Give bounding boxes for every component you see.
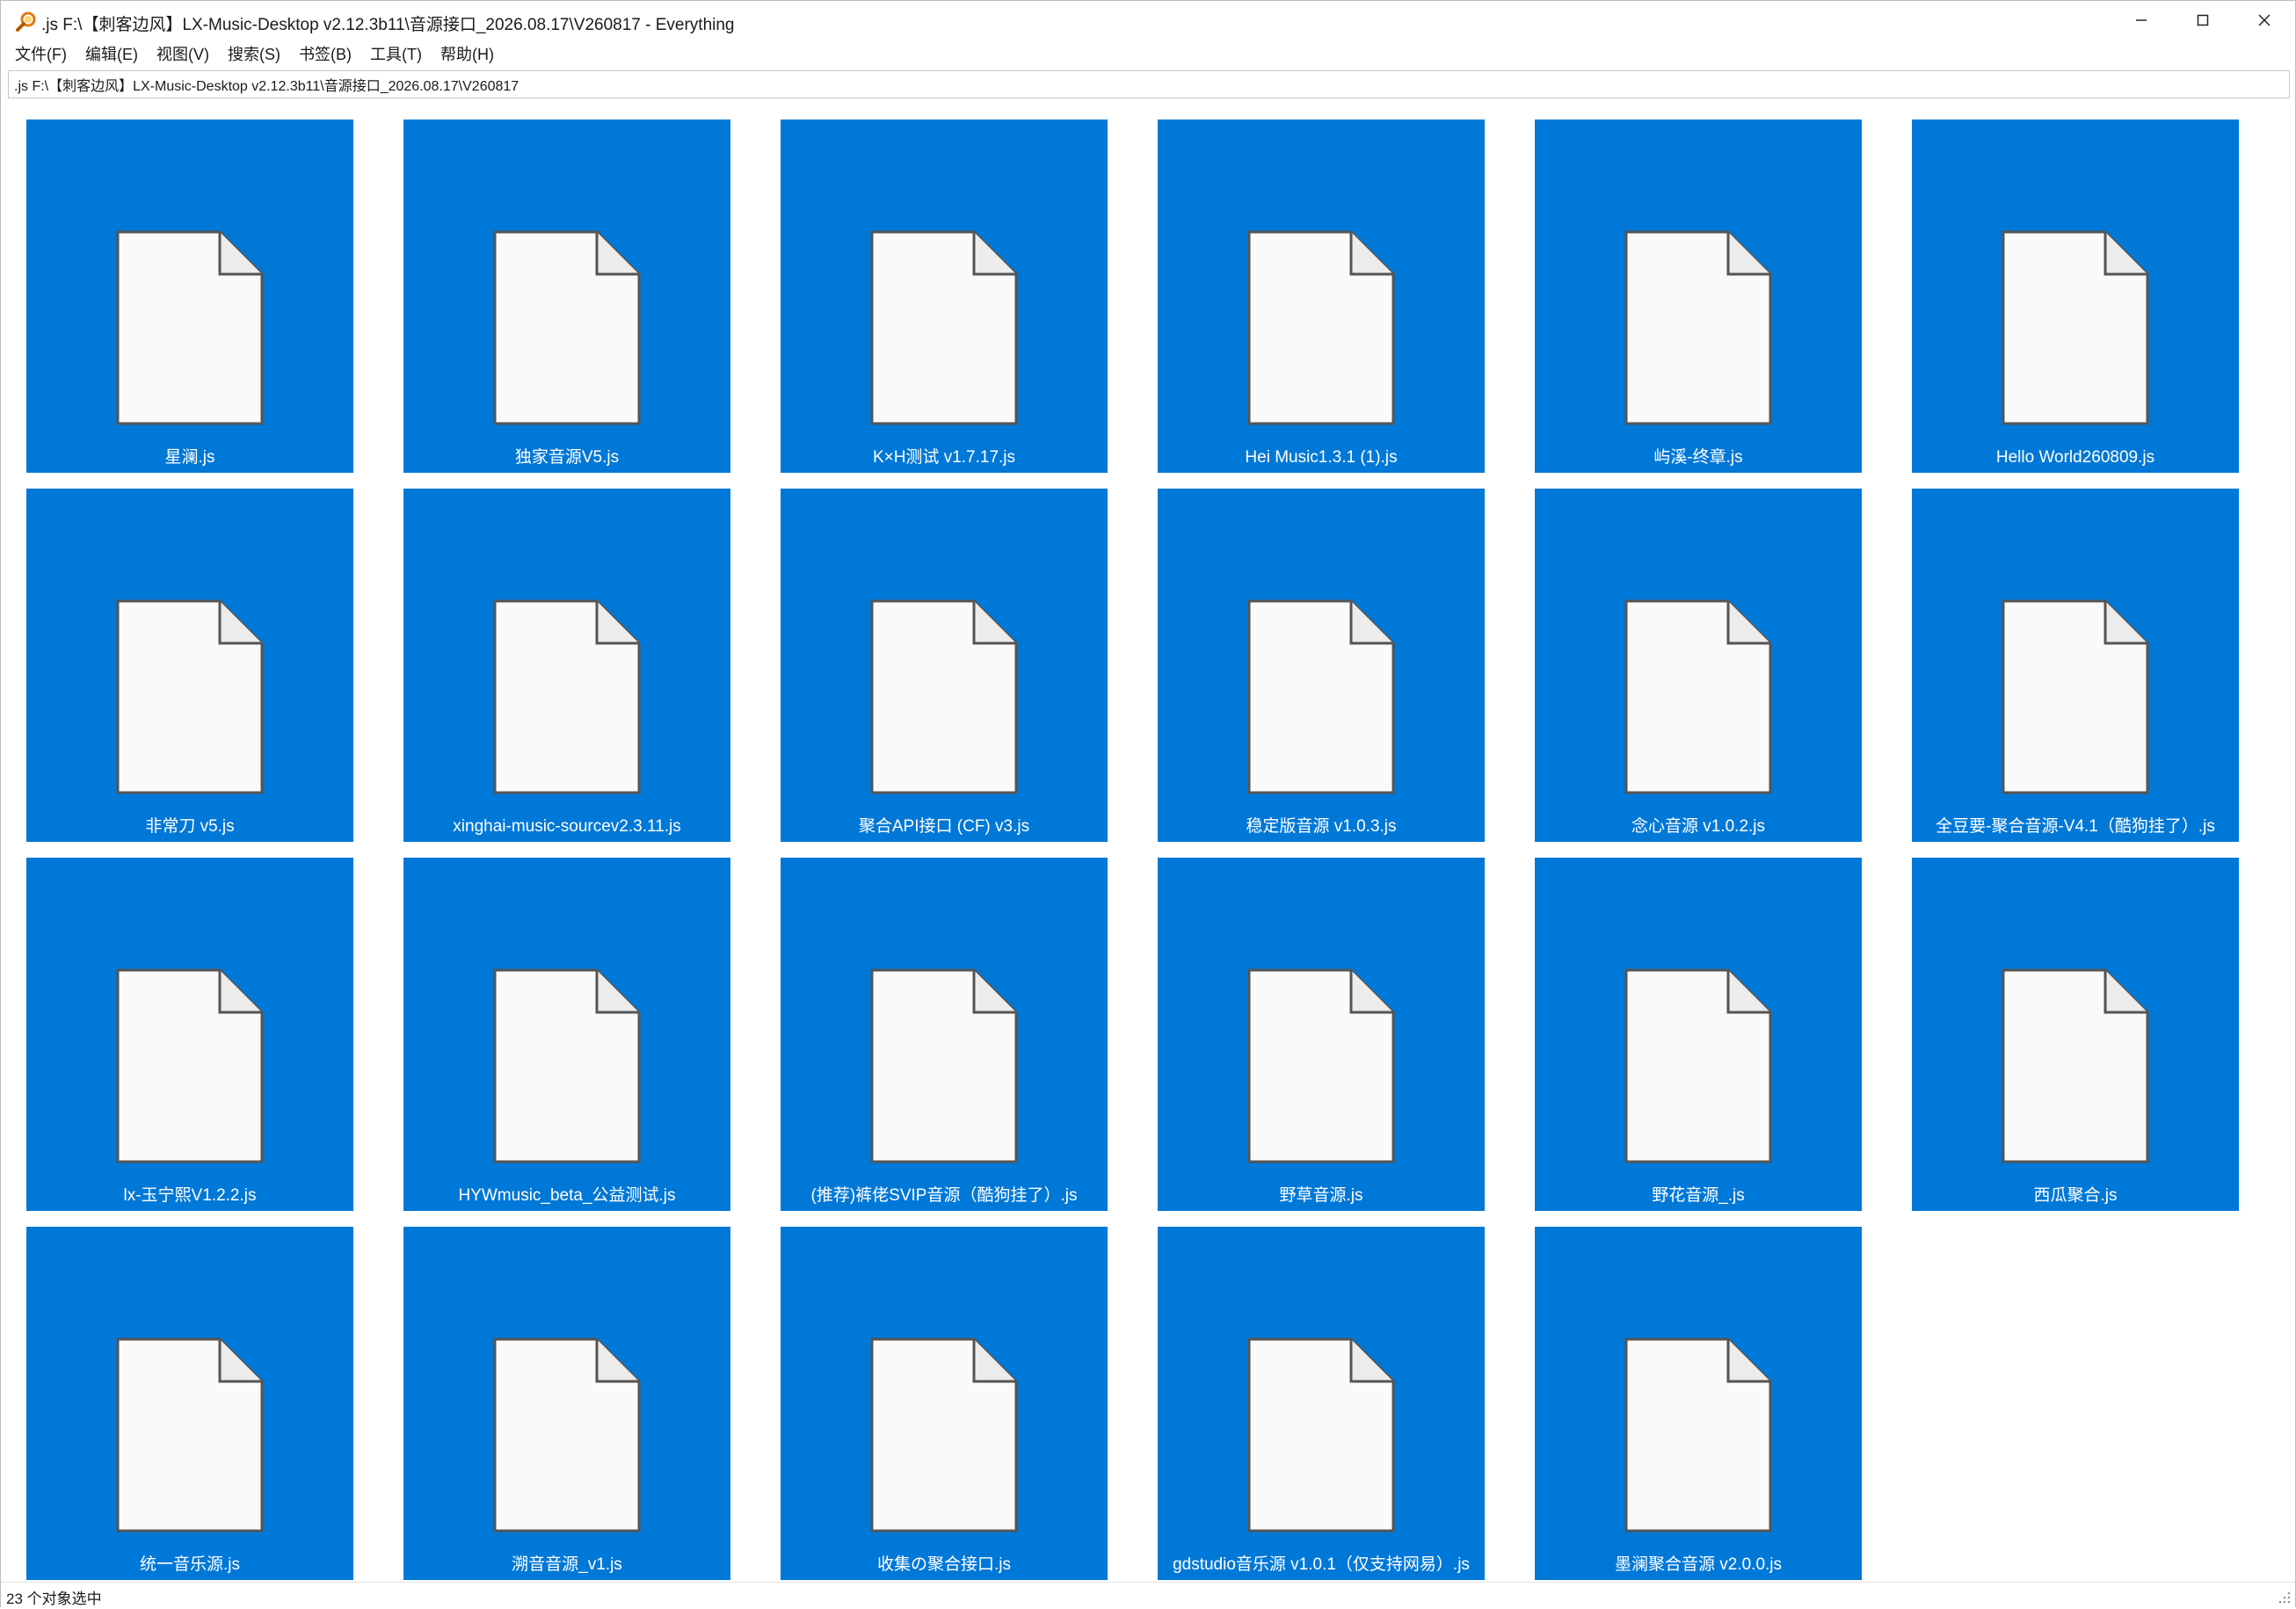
menu-help[interactable]: 帮助(H) bbox=[433, 43, 501, 66]
file-tile[interactable]: Hei Music1.3.1 (1).js bbox=[1158, 120, 1485, 473]
file-name: 稳定版音源 v1.0.3.js bbox=[1246, 817, 1397, 836]
file-tile[interactable]: 独家音源V5.js bbox=[403, 120, 730, 473]
file-icon bbox=[493, 230, 641, 425]
file-icon bbox=[870, 968, 1018, 1163]
results-thumbnail-view[interactable]: 星澜.js 独家音源V5.js K×H测试 v1.7.17.js Hei Mus… bbox=[3, 105, 2293, 1581]
file-name: lx-玉宁熙V1.2.2.js bbox=[123, 1186, 257, 1205]
menu-tools[interactable]: 工具(T) bbox=[363, 43, 429, 66]
file-name: (推荐)裤佬SVIP音源（酷狗挂了）.js bbox=[810, 1186, 1078, 1205]
file-name: 星澜.js bbox=[164, 448, 215, 467]
file-icon bbox=[2002, 599, 2149, 794]
file-tile[interactable]: gdstudio音乐源 v1.0.1（仅支持网易）.js bbox=[1158, 1227, 1485, 1580]
menu-edit[interactable]: 编辑(E) bbox=[78, 43, 145, 66]
file-tile[interactable]: 统一音乐源.js bbox=[26, 1227, 353, 1580]
file-name: 野草音源.js bbox=[1279, 1186, 1363, 1205]
file-name: 野花音源_.js bbox=[1652, 1186, 1745, 1205]
maximize-button[interactable] bbox=[2172, 1, 2234, 43]
file-icon bbox=[2002, 968, 2149, 1163]
file-tile[interactable]: xinghai-music-sourcev2.3.11.js bbox=[403, 489, 730, 842]
file-tile[interactable]: 野草音源.js bbox=[1158, 858, 1485, 1211]
file-icon bbox=[1624, 599, 1772, 794]
file-name: 收集の聚合接口.js bbox=[876, 1555, 1011, 1574]
minimize-button[interactable] bbox=[2111, 1, 2172, 43]
file-icon bbox=[1247, 230, 1395, 425]
file-icon bbox=[493, 599, 641, 794]
file-icon bbox=[2002, 230, 2149, 425]
file-tile[interactable]: 念心音源 v1.0.2.js bbox=[1535, 489, 1862, 842]
everything-search-icon bbox=[15, 11, 38, 33]
file-name: K×H测试 v1.7.17.js bbox=[872, 448, 1016, 467]
menu-bar: 文件(F) 编辑(E) 视图(V) 搜索(S) 书签(B) 工具(T) 帮助(H… bbox=[1, 43, 2295, 66]
file-icon bbox=[116, 230, 264, 425]
file-name: xinghai-music-sourcev2.3.11.js bbox=[453, 817, 681, 836]
file-icon bbox=[870, 230, 1018, 425]
minimize-icon bbox=[2133, 12, 2149, 33]
window-title: .js F:\【刺客边风】LX-Music-Desktop v2.12.3b11… bbox=[41, 16, 735, 34]
file-tile[interactable]: 非常刀 v5.js bbox=[26, 489, 353, 842]
file-name: 溯音音源_v1.js bbox=[512, 1555, 622, 1574]
title-bar[interactable]: .js F:\【刺客边风】LX-Music-Desktop v2.12.3b11… bbox=[1, 1, 2295, 43]
file-tile[interactable]: 野花音源_.js bbox=[1535, 858, 1862, 1211]
file-name: 聚合API接口 (CF) v3.js bbox=[858, 817, 1030, 836]
file-name: Hello World260809.js bbox=[1995, 448, 2155, 467]
file-tile[interactable]: 墨澜聚合音源 v2.0.0.js bbox=[1535, 1227, 1862, 1580]
file-tile[interactable]: K×H测试 v1.7.17.js bbox=[781, 120, 1108, 473]
file-name: HYWmusic_beta_公益测试.js bbox=[458, 1186, 676, 1205]
file-icon bbox=[1624, 968, 1772, 1163]
file-icon bbox=[1247, 1337, 1395, 1533]
resize-grip-icon[interactable] bbox=[2276, 1589, 2292, 1605]
maximize-icon bbox=[2195, 12, 2211, 33]
close-icon bbox=[2256, 12, 2272, 33]
file-tile[interactable]: 西瓜聚合.js bbox=[1912, 858, 2239, 1211]
file-tile[interactable]: HYWmusic_beta_公益测试.js bbox=[403, 858, 730, 1211]
file-tile[interactable]: Hello World260809.js bbox=[1912, 120, 2239, 473]
file-icon bbox=[870, 599, 1018, 794]
file-tile[interactable]: (推荐)裤佬SVIP音源（酷狗挂了）.js bbox=[781, 858, 1108, 1211]
file-name: Hei Music1.3.1 (1).js bbox=[1245, 448, 1398, 467]
file-name: 西瓜聚合.js bbox=[2033, 1186, 2118, 1205]
status-text: 23 个对象选中 bbox=[6, 1591, 102, 1607]
file-icon bbox=[870, 1337, 1018, 1533]
file-tile[interactable]: 稳定版音源 v1.0.3.js bbox=[1158, 489, 1485, 842]
everything-window: .js F:\【刺客边风】LX-Music-Desktop v2.12.3b11… bbox=[0, 0, 2296, 1607]
file-name: 非常刀 v5.js bbox=[145, 817, 235, 836]
file-icon bbox=[1247, 968, 1395, 1163]
menu-view[interactable]: 视图(V) bbox=[149, 43, 216, 66]
file-icon bbox=[1624, 1337, 1772, 1533]
menu-search[interactable]: 搜索(S) bbox=[221, 43, 287, 66]
file-name: gdstudio音乐源 v1.0.1（仅支持网易）.js bbox=[1173, 1555, 1470, 1574]
menu-file[interactable]: 文件(F) bbox=[8, 43, 74, 66]
file-tile[interactable]: 全豆要-聚合音源-V4.1（酷狗挂了）.js bbox=[1912, 489, 2239, 842]
file-tile[interactable]: 溯音音源_v1.js bbox=[403, 1227, 730, 1580]
file-icon bbox=[493, 968, 641, 1163]
file-icon bbox=[116, 968, 264, 1163]
menu-bookmarks[interactable]: 书签(B) bbox=[292, 43, 359, 66]
file-name: 全豆要-聚合音源-V4.1（酷狗挂了）.js bbox=[1936, 817, 2215, 836]
file-tile[interactable]: 屿溪-终章.js bbox=[1535, 120, 1862, 473]
file-name: 独家音源V5.js bbox=[514, 448, 620, 467]
file-tile[interactable]: 收集の聚合接口.js bbox=[781, 1227, 1108, 1580]
search-input[interactable] bbox=[9, 71, 2289, 98]
file-tile[interactable]: 星澜.js bbox=[26, 120, 353, 473]
file-icon bbox=[1624, 230, 1772, 425]
file-name: 墨澜聚合音源 v2.0.0.js bbox=[1614, 1555, 1783, 1574]
file-tile[interactable]: lx-玉宁熙V1.2.2.js bbox=[26, 858, 353, 1211]
file-icon bbox=[493, 1337, 641, 1533]
file-icon bbox=[116, 1337, 264, 1533]
file-name: 统一音乐源.js bbox=[139, 1555, 240, 1574]
file-tile[interactable]: 聚合API接口 (CF) v3.js bbox=[781, 489, 1108, 842]
file-icon bbox=[1247, 599, 1395, 794]
file-name: 念心音源 v1.0.2.js bbox=[1631, 817, 1766, 836]
search-box bbox=[8, 70, 2290, 98]
status-bar: 23 个对象选中 bbox=[1, 1582, 2295, 1607]
file-name: 屿溪-终章.js bbox=[1653, 448, 1743, 467]
close-button[interactable] bbox=[2234, 1, 2295, 43]
file-icon bbox=[116, 599, 264, 794]
